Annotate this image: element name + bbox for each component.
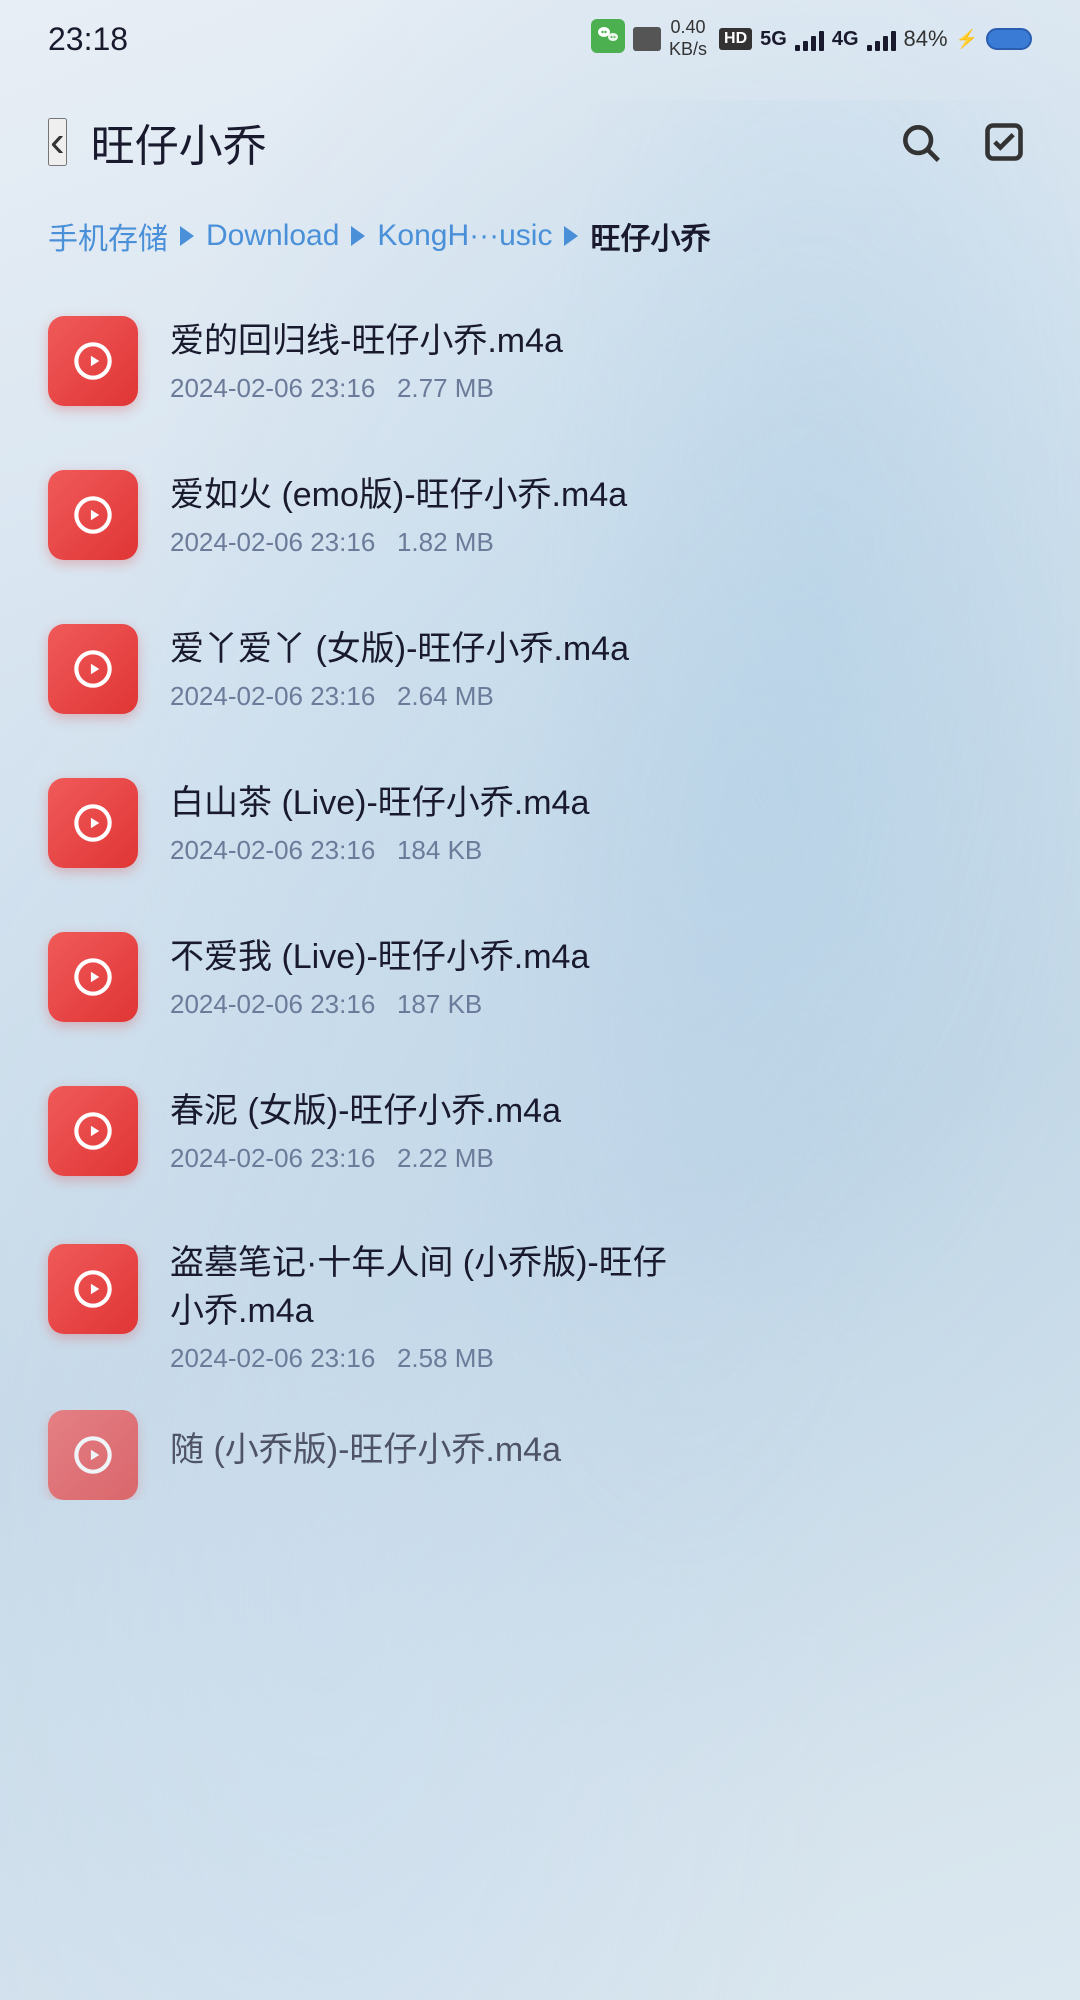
status-time: 23:18 bbox=[48, 21, 128, 58]
file-name: 不爱我 (Live)-旺仔小乔.m4a bbox=[170, 934, 1032, 982]
file-meta: 2024-02-06 23:16 2.22 MB bbox=[170, 1143, 1032, 1174]
file-name: 爱如火 (emo版)-旺仔小乔.m4a bbox=[170, 472, 1032, 520]
file-name: 盗墓笔记·十年人间 (小乔版)-旺仔小乔.m4a bbox=[170, 1240, 1032, 1335]
breadcrumb-separator-2 bbox=[351, 226, 365, 246]
file-icon bbox=[48, 932, 138, 1022]
notification-icon bbox=[633, 27, 661, 51]
network-speed: 0.40 KB/s bbox=[669, 17, 707, 60]
breadcrumb-separator-1 bbox=[180, 226, 194, 246]
file-name: 春泥 (女版)-旺仔小乔.m4a bbox=[170, 1088, 1032, 1136]
breadcrumb-item-current: 旺仔小乔 bbox=[590, 214, 710, 258]
file-meta: 2024-02-06 23:16 1.82 MB bbox=[170, 527, 1032, 558]
wechat-icon bbox=[591, 19, 625, 60]
battery-indicator bbox=[986, 28, 1032, 50]
file-info: 不爱我 (Live)-旺仔小乔.m4a 2024-02-06 23:16 187… bbox=[170, 934, 1032, 1021]
battery-lightning-icon: ⚡ bbox=[956, 29, 978, 50]
file-name: 随 (小乔版)-旺仔小乔.m4a bbox=[170, 1427, 1032, 1475]
list-item[interactable]: 随 (小乔版)-旺仔小乔.m4a bbox=[30, 1410, 1050, 1500]
file-icon bbox=[48, 470, 138, 560]
page-title: 旺仔小乔 bbox=[91, 110, 868, 174]
status-icons: 0.40 KB/s HD 5G 4G bbox=[591, 17, 1032, 60]
file-info: 爱的回归线-旺仔小乔.m4a 2024-02-06 23:16 2.77 MB bbox=[170, 318, 1032, 405]
file-icon bbox=[48, 316, 138, 406]
file-meta: 2024-02-06 23:16 2.64 MB bbox=[170, 681, 1032, 712]
file-info: 白山茶 (Live)-旺仔小乔.m4a 2024-02-06 23:16 184… bbox=[170, 780, 1032, 867]
breadcrumb-item-storage[interactable]: 手机存储 bbox=[48, 214, 168, 258]
file-meta: 2024-02-06 23:16 2.58 MB bbox=[170, 1343, 1032, 1374]
file-meta: 2024-02-06 23:16 187 KB bbox=[170, 989, 1032, 1020]
status-bar: 23:18 0.40 KB/s bbox=[0, 0, 1080, 70]
file-meta: 2024-02-06 23:16 184 KB bbox=[170, 835, 1032, 866]
file-icon bbox=[48, 1086, 138, 1176]
file-list: 爱的回归线-旺仔小乔.m4a 2024-02-06 23:16 2.77 MB … bbox=[0, 288, 1080, 1500]
list-item[interactable]: 春泥 (女版)-旺仔小乔.m4a 2024-02-06 23:16 2.22 M… bbox=[30, 1058, 1050, 1204]
nav-actions bbox=[892, 114, 1032, 170]
list-item[interactable]: 不爱我 (Live)-旺仔小乔.m4a 2024-02-06 23:16 187… bbox=[30, 904, 1050, 1050]
nav-header: ‹ 旺仔小乔 bbox=[0, 90, 1080, 194]
list-item[interactable]: 爱的回归线-旺仔小乔.m4a 2024-02-06 23:16 2.77 MB bbox=[30, 288, 1050, 434]
file-icon bbox=[48, 1244, 138, 1334]
4g-indicator: 4G bbox=[832, 28, 859, 51]
file-name: 白山茶 (Live)-旺仔小乔.m4a bbox=[170, 780, 1032, 828]
breadcrumb-item-music[interactable]: KongH···usic bbox=[377, 219, 552, 253]
select-button[interactable] bbox=[976, 114, 1032, 170]
back-button[interactable]: ‹ bbox=[48, 118, 67, 166]
file-meta: 2024-02-06 23:16 2.77 MB bbox=[170, 373, 1032, 404]
signal-bars-4g bbox=[867, 27, 896, 51]
breadcrumb-separator-3 bbox=[564, 226, 578, 246]
hd-badge: HD bbox=[719, 28, 752, 50]
file-icon bbox=[48, 1410, 138, 1500]
signal-bars-5g bbox=[795, 27, 824, 51]
breadcrumb: 手机存储 Download KongH···usic 旺仔小乔 bbox=[0, 194, 1080, 288]
file-info: 随 (小乔版)-旺仔小乔.m4a bbox=[170, 1427, 1032, 1483]
list-item[interactable]: 盗墓笔记·十年人间 (小乔版)-旺仔小乔.m4a 2024-02-06 23:1… bbox=[30, 1212, 1050, 1402]
file-info: 春泥 (女版)-旺仔小乔.m4a 2024-02-06 23:16 2.22 M… bbox=[170, 1088, 1032, 1175]
list-item[interactable]: 白山茶 (Live)-旺仔小乔.m4a 2024-02-06 23:16 184… bbox=[30, 750, 1050, 896]
search-button[interactable] bbox=[892, 114, 948, 170]
file-icon bbox=[48, 624, 138, 714]
list-item[interactable]: 爱丫爱丫 (女版)-旺仔小乔.m4a 2024-02-06 23:16 2.64… bbox=[30, 596, 1050, 742]
battery-percent: 84% bbox=[904, 26, 948, 52]
file-name: 爱的回归线-旺仔小乔.m4a bbox=[170, 318, 1032, 366]
file-info: 爱丫爱丫 (女版)-旺仔小乔.m4a 2024-02-06 23:16 2.64… bbox=[170, 626, 1032, 713]
file-name: 爱丫爱丫 (女版)-旺仔小乔.m4a bbox=[170, 626, 1032, 674]
5g-indicator: 5G bbox=[760, 28, 787, 51]
file-info: 爱如火 (emo版)-旺仔小乔.m4a 2024-02-06 23:16 1.8… bbox=[170, 472, 1032, 559]
list-item[interactable]: 爱如火 (emo版)-旺仔小乔.m4a 2024-02-06 23:16 1.8… bbox=[30, 442, 1050, 588]
breadcrumb-item-download[interactable]: Download bbox=[206, 219, 339, 253]
file-icon bbox=[48, 778, 138, 868]
file-info: 盗墓笔记·十年人间 (小乔版)-旺仔小乔.m4a 2024-02-06 23:1… bbox=[170, 1240, 1032, 1374]
